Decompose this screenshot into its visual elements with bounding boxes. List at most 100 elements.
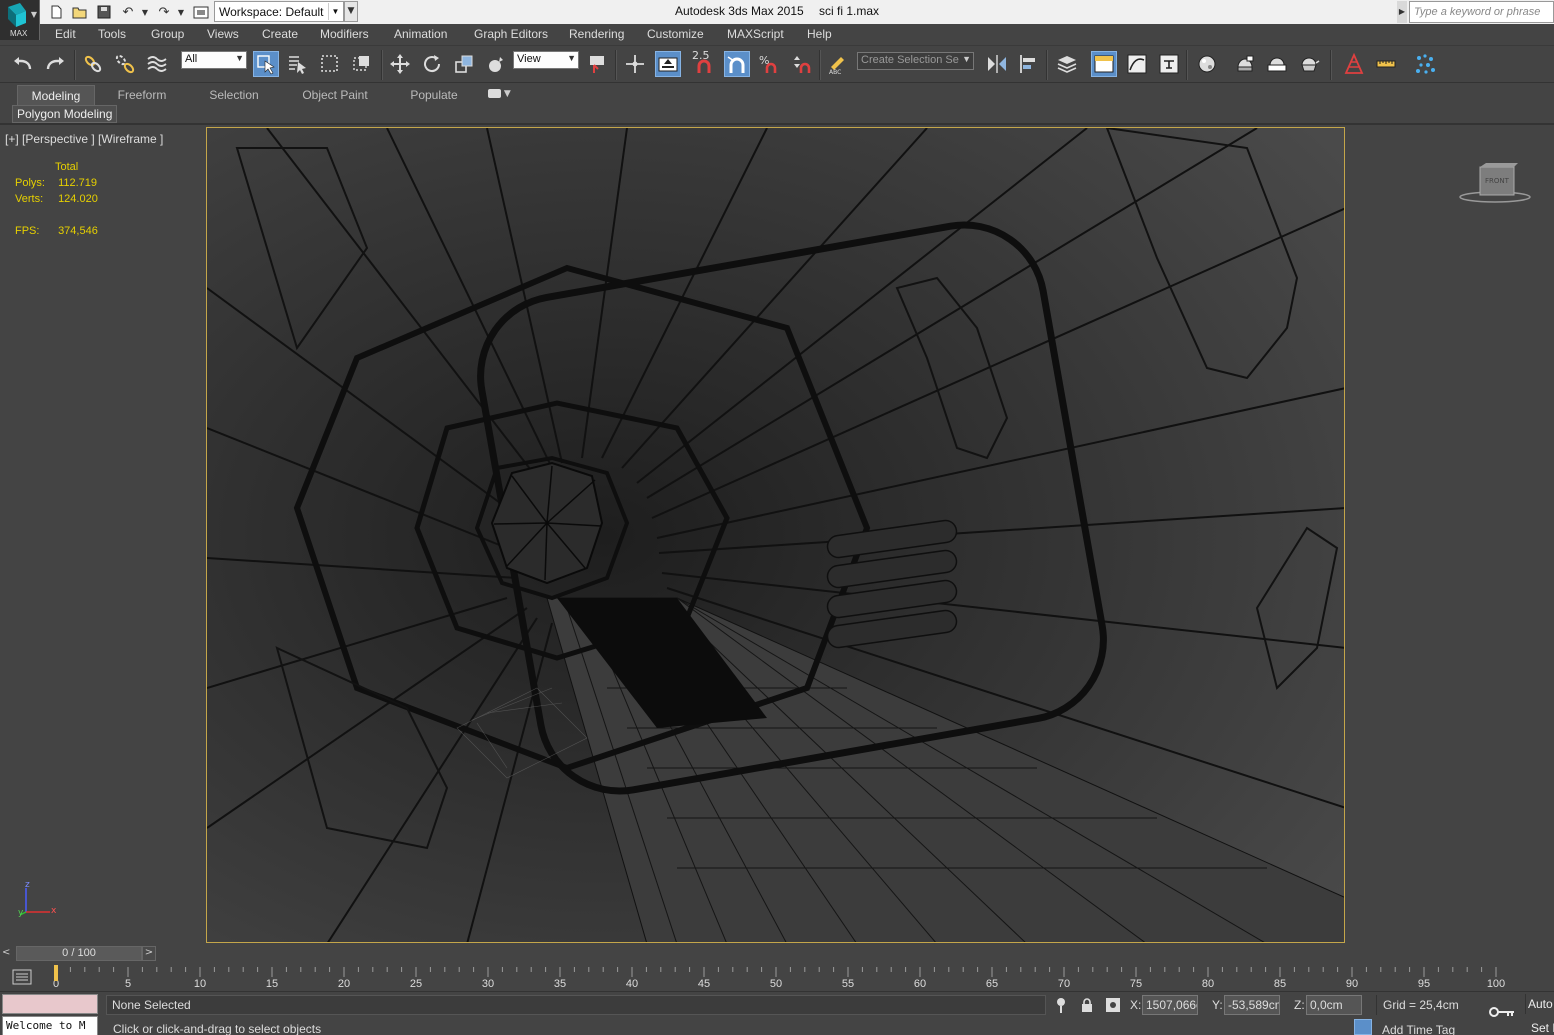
layer-manager-button[interactable] <box>1054 51 1080 77</box>
title-bar: MAX ▼ ↶ ▼ ↷ ▼ Workspace: Default ▼ ▼ Aut… <box>0 0 1554 40</box>
curve-editor-button[interactable] <box>1124 51 1150 77</box>
x-coordinate-field[interactable]: 1507,066cm <box>1142 995 1198 1015</box>
key-icon[interactable] <box>1488 1002 1516 1022</box>
selection-filter-value: All <box>185 53 198 65</box>
pivot-center-button[interactable] <box>585 51 611 77</box>
time-tag-icon[interactable] <box>1354 1019 1372 1035</box>
polys-value: 112.719 <box>58 177 98 189</box>
frame-tick-label: 40 <box>626 978 638 990</box>
tab-modeling[interactable]: Modeling <box>17 85 95 105</box>
time-slider-thumb[interactable]: 0 / 100 <box>16 946 142 961</box>
select-and-rotate-button[interactable] <box>419 51 445 77</box>
maxscript-mini-listener-output[interactable] <box>2 994 98 1014</box>
select-by-name-button[interactable] <box>285 51 311 77</box>
menu-create[interactable]: Create <box>262 27 298 41</box>
spinner-snap-icon <box>794 56 811 73</box>
align-button[interactable] <box>1016 51 1042 77</box>
rectangular-selection-button[interactable] <box>317 51 343 77</box>
y-coordinate-field[interactable]: -53,589cm <box>1224 995 1280 1015</box>
viewport-label-menu[interactable]: [+] [Perspective ] [Wireframe ] <box>5 132 163 146</box>
select-and-scale-button[interactable] <box>451 51 477 77</box>
tab-selection[interactable]: Selection <box>203 85 265 105</box>
window-crossing-button[interactable] <box>349 51 375 77</box>
axis-tripod: z x y <box>16 880 60 920</box>
named-selection-dropdown[interactable]: Create Selection Se ▼ <box>857 52 974 70</box>
absolute-mode-transform-icon[interactable] <box>1104 996 1122 1014</box>
tab-freeform[interactable]: Freeform <box>110 85 174 105</box>
menu-views[interactable]: Views <box>207 27 239 41</box>
selection-status: None Selected <box>106 995 1046 1015</box>
z-coordinate-label: Z: <box>1294 998 1305 1012</box>
edit-named-selection-button[interactable]: ABC <box>825 51 851 77</box>
keyboard-shortcut-override-button[interactable] <box>655 51 681 77</box>
menu-modifiers[interactable]: Modifiers <box>320 27 369 41</box>
render-production-button[interactable] <box>1296 51 1322 77</box>
menu-rendering[interactable]: Rendering <box>569 27 624 41</box>
selection-lock-icon[interactable] <box>1078 996 1096 1014</box>
schematic-view-button[interactable] <box>1156 51 1182 77</box>
selection-filter-dropdown[interactable]: All ▼ <box>181 51 247 69</box>
viewport-area: [+] [Perspective ] [Wireframe ] Total Po… <box>0 125 1554 945</box>
measure-button[interactable] <box>1373 51 1399 77</box>
ribbon-panel-label[interactable]: Polygon Modeling <box>12 105 118 123</box>
menu-graph-editors[interactable]: Graph Editors <box>474 27 548 41</box>
track-ruler[interactable]: 0 5 10 15 20 25 30 35 40 45 50 55 60 65 70 75 80 85 90 95 10… <box>48 963 1508 991</box>
redo-button[interactable] <box>42 51 68 77</box>
frame-tick-label: 70 <box>1058 978 1070 990</box>
frame-tick-label: 85 <box>1274 978 1286 990</box>
spinner-snap-toggle-button[interactable] <box>788 51 814 77</box>
tab-populate[interactable]: Populate <box>404 85 464 105</box>
next-frame-button[interactable]: > <box>142 946 156 961</box>
unlink-selection-button[interactable] <box>112 51 138 77</box>
wireframe-scene[interactable] <box>206 127 1345 943</box>
select-and-move-button[interactable] <box>387 51 413 77</box>
move-icon <box>390 54 410 74</box>
snaps-toggle-button[interactable]: 2.5 <box>691 49 717 77</box>
angle-snap-toggle-button[interactable] <box>724 51 750 77</box>
mini-curve-editor-icon[interactable] <box>12 967 32 987</box>
percent-snap-toggle-button[interactable]: % <box>756 51 782 77</box>
civil-view-button[interactable] <box>1341 51 1367 77</box>
select-manipulate-button[interactable] <box>622 51 648 77</box>
menu-group[interactable]: Group <box>151 27 184 41</box>
mirror-button[interactable] <box>984 51 1010 77</box>
track-bar[interactable]: 0 5 10 15 20 25 30 35 40 45 50 55 60 65 70 75 80 85 90 95 10… <box>0 963 1554 991</box>
teapot-render-icon <box>1301 57 1320 72</box>
select-and-place-button[interactable] <box>483 51 509 77</box>
ribbon-options-button[interactable]: ▼ <box>488 89 514 103</box>
viewcube[interactable]: FRONT <box>1458 163 1532 203</box>
add-time-tag-button[interactable]: Add Time Tag <box>1382 1023 1455 1035</box>
select-and-link-button[interactable] <box>80 51 106 77</box>
menu-animation[interactable]: Animation <box>394 27 447 41</box>
menu-edit[interactable]: Edit <box>55 27 76 41</box>
frame-tick-label: 50 <box>770 978 782 990</box>
menu-maxscript[interactable]: MAXScript <box>727 27 784 41</box>
select-object-button[interactable] <box>253 51 279 77</box>
auto-key-button[interactable]: Auto <box>1525 994 1554 1014</box>
reference-coordinate-dropdown[interactable]: View ▼ <box>513 51 579 69</box>
window-crossing-icon <box>353 56 369 71</box>
current-frame-marker[interactable] <box>54 965 58 981</box>
search-input[interactable]: Type a keyword or phrase <box>1409 1 1554 23</box>
undo-button[interactable] <box>10 51 36 77</box>
frame-tick-label: 25 <box>410 978 422 990</box>
search-expand-icon[interactable]: ▶ <box>1397 1 1407 23</box>
menu-customize[interactable]: Customize <box>647 27 704 41</box>
material-editor-button[interactable] <box>1194 51 1220 77</box>
frame-tick-label: 75 <box>1130 978 1142 990</box>
render-setup-button[interactable] <box>1232 51 1258 77</box>
maxscript-mini-listener-input[interactable]: Welcome to M <box>2 1016 98 1035</box>
menu-help[interactable]: Help <box>807 27 832 41</box>
toggle-ribbon-button[interactable] <box>1091 51 1117 77</box>
set-key-button[interactable]: Set K <box>1525 1018 1554 1035</box>
tab-object-paint[interactable]: Object Paint <box>295 85 375 105</box>
particle-view-button[interactable] <box>1412 51 1438 77</box>
menu-tools[interactable]: Tools <box>98 27 126 41</box>
isolate-selection-icon[interactable] <box>1052 996 1070 1014</box>
frame-tick-label: 100 <box>1487 978 1505 990</box>
rendered-frame-window-button[interactable] <box>1264 51 1290 77</box>
material-editor-icon <box>1198 55 1216 73</box>
previous-frame-button[interactable]: < <box>2 947 16 961</box>
z-coordinate-field[interactable]: 0,0cm <box>1306 995 1362 1015</box>
bind-to-space-warp-button[interactable] <box>144 51 170 77</box>
